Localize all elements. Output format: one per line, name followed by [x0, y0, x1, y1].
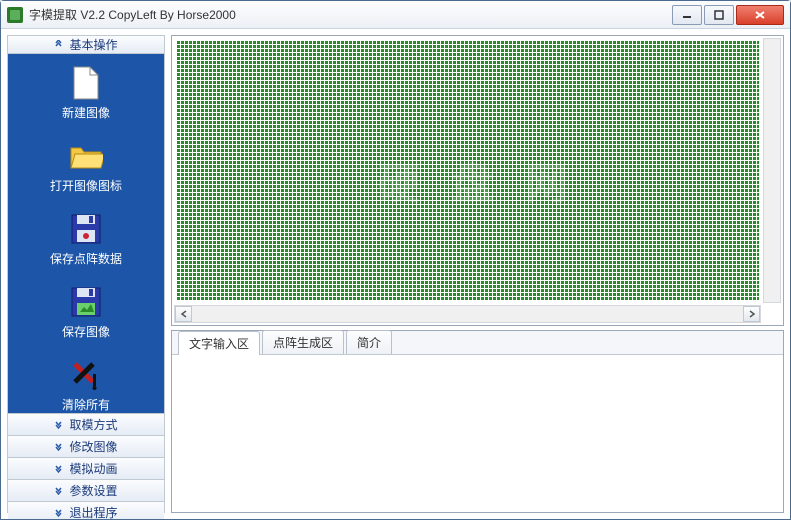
- canvas-scrollbar-horizontal[interactable]: [174, 305, 761, 323]
- tab-content-area[interactable]: [172, 355, 783, 512]
- sidebar: 基本操作 新建图像 打开图像图标: [7, 35, 165, 513]
- sidebar-header-anim[interactable]: 模拟动画: [8, 457, 164, 479]
- bottom-panel: 文字输入区 点阵生成区 简介: [171, 330, 784, 513]
- scroll-left-button[interactable]: [175, 306, 192, 322]
- sidebar-header-label: 修改图像: [69, 438, 117, 455]
- app-icon: [7, 7, 23, 23]
- chevron-down-icon: [54, 442, 63, 451]
- sidebar-header-exit[interactable]: 退出程序: [8, 501, 164, 519]
- chevron-right-icon: [748, 310, 756, 318]
- tabstrip: 文字输入区 点阵生成区 简介: [172, 331, 783, 355]
- main-area: 硬 盘 网 文字输入区 点阵生成区: [171, 35, 784, 513]
- tab-label: 点阵生成区: [273, 336, 333, 350]
- window-title: 字模提取 V2.2 CopyLeft By Horse2000: [29, 6, 670, 23]
- tab-label: 文字输入区: [189, 337, 249, 351]
- tab-about[interactable]: 简介: [346, 330, 392, 354]
- open-folder-icon: [69, 139, 103, 173]
- sidebar-header-params[interactable]: 参数设置: [8, 479, 164, 501]
- tool-label: 新建图像: [62, 104, 110, 121]
- sidebar-body: 新建图像 打开图像图标 保存点阵数据: [8, 54, 164, 413]
- sidebar-header-label: 基本操作: [69, 36, 117, 53]
- sidebar-header-label: 退出程序: [69, 504, 117, 519]
- maximize-button[interactable]: [704, 5, 734, 25]
- close-icon: [754, 10, 766, 20]
- dot-matrix-canvas[interactable]: [176, 40, 759, 301]
- sidebar-header-label: 模拟动画: [69, 460, 117, 477]
- save-image-button[interactable]: 保存图像: [62, 285, 110, 340]
- chevron-left-icon: [180, 310, 188, 318]
- canvas-scrollbar-vertical[interactable]: [763, 38, 781, 303]
- clear-all-button[interactable]: 清除所有: [62, 358, 110, 413]
- save-dotdata-button[interactable]: 保存点阵数据: [50, 212, 122, 267]
- titlebar: 字模提取 V2.2 CopyLeft By Horse2000: [1, 1, 790, 29]
- window-controls: [670, 5, 784, 25]
- chevron-down-icon: [54, 464, 63, 473]
- tab-text-input[interactable]: 文字输入区: [178, 331, 260, 355]
- minimize-button[interactable]: [672, 5, 702, 25]
- sidebar-header-mode[interactable]: 取模方式: [8, 413, 164, 435]
- new-file-icon: [69, 66, 103, 100]
- sidebar-header-edit[interactable]: 修改图像: [8, 435, 164, 457]
- chevron-down-icon: [54, 486, 63, 495]
- tool-label: 保存点阵数据: [50, 250, 122, 267]
- tab-label: 简介: [357, 336, 381, 350]
- tool-label: 清除所有: [62, 396, 110, 413]
- tool-label: 保存图像: [62, 323, 110, 340]
- maximize-icon: [714, 10, 724, 20]
- tool-label: 打开图像图标: [50, 177, 122, 194]
- clear-all-icon: [69, 358, 103, 392]
- sidebar-header-label: 取模方式: [69, 416, 117, 433]
- sidebar-header-label: 参数设置: [69, 482, 117, 499]
- sidebar-header-basic[interactable]: 基本操作: [8, 36, 164, 54]
- scroll-right-button[interactable]: [743, 306, 760, 322]
- canvas-panel: 硬 盘 网: [171, 35, 784, 326]
- save-image-icon: [69, 285, 103, 319]
- new-image-button[interactable]: 新建图像: [62, 66, 110, 121]
- save-dotdata-icon: [69, 212, 103, 246]
- chevron-down-icon: [54, 420, 63, 429]
- sidebar-collapsed-group: 取模方式 修改图像 模拟动画 参数设置 退出程序: [8, 413, 164, 519]
- client-area: 基本操作 新建图像 打开图像图标: [1, 29, 790, 519]
- close-button[interactable]: [736, 5, 784, 25]
- minimize-icon: [682, 10, 692, 20]
- app-window: 字模提取 V2.2 CopyLeft By Horse2000 基本操作: [0, 0, 791, 520]
- chevron-down-icon: [54, 508, 63, 517]
- tab-dot-output[interactable]: 点阵生成区: [262, 330, 344, 354]
- chevron-down-icon: [54, 40, 63, 49]
- open-image-button[interactable]: 打开图像图标: [50, 139, 122, 194]
